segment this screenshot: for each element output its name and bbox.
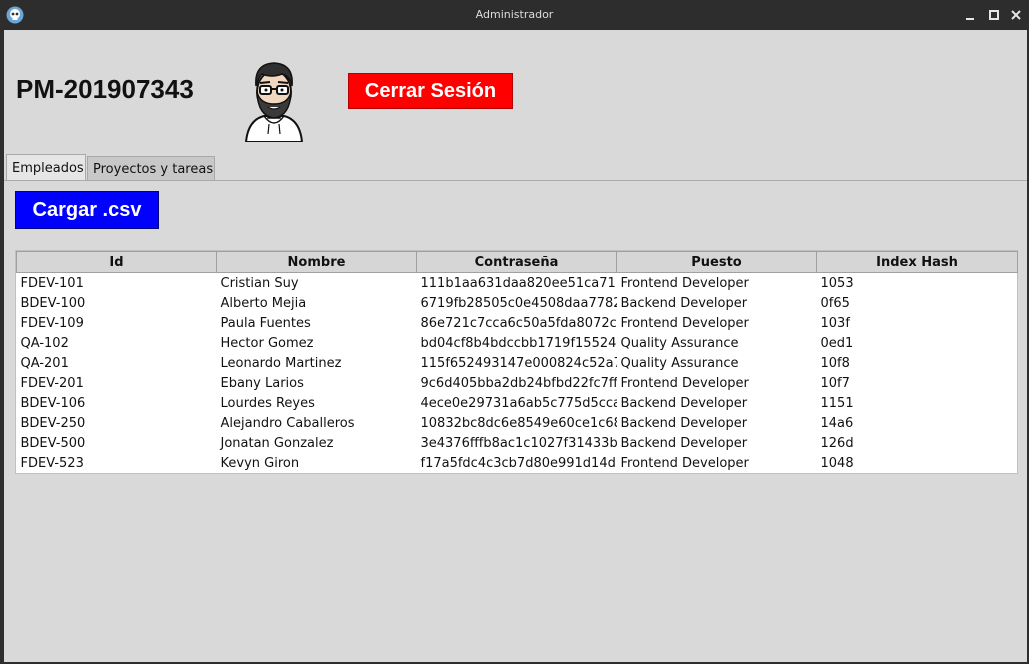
load-csv-button[interactable]: Cargar .csv	[15, 191, 159, 229]
cell-id[interactable]: BDEV-106	[17, 393, 217, 413]
table-row[interactable]: BDEV-250 Alejandro Caballeros 10832bc8dc6e…	[17, 413, 1018, 433]
table-row[interactable]: QA-102 Hector Gomez bd04cf8b4bdccbb1719f15…	[17, 333, 1018, 353]
cell-nombre[interactable]: Alejandro Caballeros	[217, 413, 417, 433]
employees-table-container: Id Nombre Contraseña Puesto Index Hash F…	[15, 250, 1018, 474]
column-header-index-hash[interactable]: Index Hash	[816, 251, 1018, 273]
cell-contrasena[interactable]: 6719fb28505c0e4508daa7782	[417, 293, 617, 313]
cell-index-hash[interactable]: 14a6	[817, 413, 1018, 433]
cell-nombre[interactable]: Leonardo Martinez	[217, 353, 417, 373]
cell-nombre[interactable]: Hector Gomez	[217, 333, 417, 353]
cell-nombre[interactable]: Jonatan Gonzalez	[217, 433, 417, 453]
column-header-nombre[interactable]: Nombre	[216, 251, 417, 273]
cell-id[interactable]: FDEV-101	[17, 273, 217, 294]
cell-contrasena[interactable]: bd04cf8b4bdccbb1719f15524	[417, 333, 617, 353]
cell-index-hash[interactable]: 1048	[817, 453, 1018, 473]
cell-puesto[interactable]: Frontend Developer	[617, 313, 817, 333]
cell-index-hash[interactable]: 1151	[817, 393, 1018, 413]
cell-puesto[interactable]: Quality Assurance	[617, 353, 817, 373]
column-header-contrasena[interactable]: Contraseña	[416, 251, 617, 273]
cell-index-hash[interactable]: 1053	[817, 273, 1018, 294]
app-window: Administrador PM-201907343 Cerrar Sesión…	[0, 0, 1029, 664]
tab-divider	[4, 180, 1027, 181]
cell-id[interactable]: BDEV-500	[17, 433, 217, 453]
table-row[interactable]: BDEV-100 Alberto Mejia 6719fb28505c0e4508d…	[17, 293, 1018, 313]
client-area: PM-201907343 Cerrar Sesión Empleados Pro…	[4, 30, 1027, 662]
cell-puesto[interactable]: Backend Developer	[617, 393, 817, 413]
employees-table: Id Nombre Contraseña Puesto Index Hash F…	[16, 251, 1018, 473]
cell-puesto[interactable]: Backend Developer	[617, 413, 817, 433]
table-row[interactable]: FDEV-201 Ebany Larios 9c6d405bba2db24bfbd2…	[17, 373, 1018, 393]
cell-id[interactable]: QA-102	[17, 333, 217, 353]
cell-index-hash[interactable]: 0ed1	[817, 333, 1018, 353]
cell-contrasena[interactable]: 115f652493147e000824c52a7	[417, 353, 617, 373]
table-row[interactable]: FDEV-109 Paula Fuentes 86e721c7cca6c50a5fd…	[17, 313, 1018, 333]
cell-id[interactable]: BDEV-100	[17, 293, 217, 313]
table-row[interactable]: BDEV-106 Lourdes Reyes 4ece0e29731a6ab5c77…	[17, 393, 1018, 413]
cell-id[interactable]: FDEV-109	[17, 313, 217, 333]
cell-nombre[interactable]: Ebany Larios	[217, 373, 417, 393]
table-row[interactable]: BDEV-500 Jonatan Gonzalez 3e4376fffb8ac1c1…	[17, 433, 1018, 453]
cell-id[interactable]: QA-201	[17, 353, 217, 373]
table-row[interactable]: QA-201 Leonardo Martinez 115f652493147e000…	[17, 353, 1018, 373]
minimize-icon[interactable]	[962, 7, 978, 23]
close-icon[interactable]	[1008, 7, 1024, 23]
table-row[interactable]: FDEV-101 Cristian Suy 111b1aa631daa820ee51…	[17, 273, 1018, 294]
cell-puesto[interactable]: Frontend Developer	[617, 453, 817, 473]
cell-index-hash[interactable]: 126d	[817, 433, 1018, 453]
maximize-icon[interactable]	[986, 7, 1002, 23]
cell-index-hash[interactable]: 10f7	[817, 373, 1018, 393]
cell-puesto[interactable]: Frontend Developer	[617, 273, 817, 294]
cell-puesto[interactable]: Frontend Developer	[617, 373, 817, 393]
window-title: Administrador	[475, 8, 554, 21]
cell-id[interactable]: FDEV-523	[17, 453, 217, 473]
cell-nombre[interactable]: Lourdes Reyes	[217, 393, 417, 413]
cell-nombre[interactable]: Paula Fuentes	[217, 313, 417, 333]
cell-contrasena[interactable]: 111b1aa631daa820ee51ca71	[417, 273, 617, 294]
tab-empleados[interactable]: Empleados	[6, 154, 86, 180]
cell-contrasena[interactable]: 4ece0e29731a6ab5c775d5cca	[417, 393, 617, 413]
cell-contrasena[interactable]: 86e721c7cca6c50a5fda8072c	[417, 313, 617, 333]
cell-contrasena[interactable]: 9c6d405bba2db24bfbd22fc7ff	[417, 373, 617, 393]
cell-nombre[interactable]: Alberto Mejia	[217, 293, 417, 313]
cell-contrasena[interactable]: 3e4376fffb8ac1c1027f31433b	[417, 433, 617, 453]
cell-id[interactable]: BDEV-250	[17, 413, 217, 433]
cell-id[interactable]: FDEV-201	[17, 373, 217, 393]
cell-contrasena[interactable]: 10832bc8dc6e8549e60ce1c68	[417, 413, 617, 433]
table-row[interactable]: FDEV-523 Kevyn Giron f17a5fdc4c3cb7d80e991…	[17, 453, 1018, 473]
user-id-label: PM-201907343	[16, 74, 194, 104]
column-header-id[interactable]: Id	[16, 251, 217, 273]
cell-index-hash[interactable]: 103f	[817, 313, 1018, 333]
logout-button[interactable]: Cerrar Sesión	[348, 73, 513, 109]
table-body: FDEV-101 Cristian Suy 111b1aa631daa820ee51…	[17, 273, 1018, 474]
cell-nombre[interactable]: Kevyn Giron	[217, 453, 417, 473]
column-header-puesto[interactable]: Puesto	[616, 251, 817, 273]
table-header-row: Id Nombre Contraseña Puesto Index Hash	[16, 251, 1018, 273]
cell-puesto[interactable]: Backend Developer	[617, 433, 817, 453]
bearded-man-avatar	[244, 62, 304, 142]
cell-index-hash[interactable]: 0f65	[817, 293, 1018, 313]
cell-nombre[interactable]: Cristian Suy	[217, 273, 417, 294]
cell-puesto[interactable]: Backend Developer	[617, 293, 817, 313]
cell-puesto[interactable]: Quality Assurance	[617, 333, 817, 353]
cell-contrasena[interactable]: f17a5fdc4c3cb7d80e991d14d	[417, 453, 617, 473]
tab-proyectos-y-tareas[interactable]: Proyectos y tareas	[87, 156, 215, 180]
cell-index-hash[interactable]: 10f8	[817, 353, 1018, 373]
title-bar[interactable]: Administrador	[0, 0, 1029, 30]
